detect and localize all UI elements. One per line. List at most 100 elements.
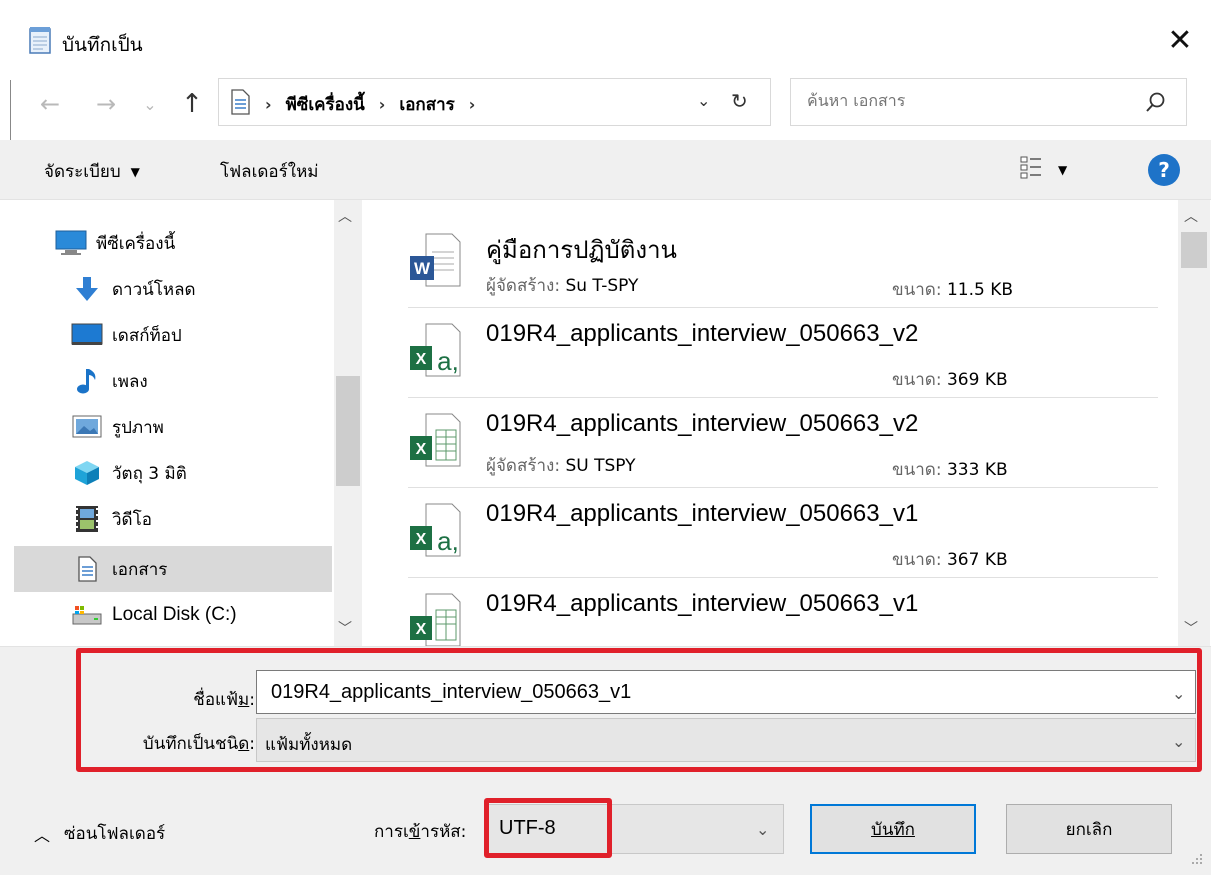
back-button[interactable]: ← [32, 86, 68, 122]
search-box[interactable] [790, 78, 1187, 126]
nav-item-label: เพลง [112, 371, 148, 392]
label-text: การเ [374, 822, 409, 842]
nav-scrollbar-thumb[interactable] [336, 376, 360, 486]
file-list-scrollbar-thumb[interactable] [1181, 232, 1207, 268]
file-name: คู่มือการปฏิบัติงาน [486, 236, 677, 264]
highlight-box [484, 798, 612, 858]
size-label: ขนาด: [892, 550, 942, 570]
help-button[interactable]: ? [1148, 154, 1180, 186]
size-value: 367 KB [946, 550, 1008, 570]
file-size: ขนาด: 333 KB [892, 456, 1008, 483]
svg-text:X: X [416, 441, 427, 458]
file-name: 019R4_applicants_interview_050663_v2 [486, 320, 919, 347]
download-icon [70, 274, 104, 304]
author-label: ผู้จัดสร้าง: [486, 456, 561, 476]
cancel-button[interactable]: ยกเลิก [1006, 804, 1172, 854]
author-value: SU TSPY [565, 456, 636, 476]
chevron-right-icon[interactable]: › [379, 95, 386, 114]
svg-text:W: W [414, 259, 431, 278]
chevron-up-icon[interactable]: ︿ [338, 206, 352, 226]
refresh-icon[interactable]: ↻ [731, 89, 748, 113]
label-accesskey: ข้ [408, 822, 421, 842]
file-author: ผู้จัดสร้าง: Su T-SPY [486, 272, 638, 299]
save-button[interactable]: บันทึก [810, 804, 976, 854]
chevron-down-icon[interactable]: ﹀ [1184, 618, 1198, 638]
nav-item-downloads[interactable]: ดาวน์โหลด [14, 266, 332, 312]
nav-item-documents[interactable]: เอกสาร [14, 546, 332, 592]
nav-item-label: ดาวน์โหลด [112, 279, 196, 300]
file-item[interactable]: X 019R4_applicants_interview_050663_v2 ผ… [408, 398, 1158, 488]
breadcrumb: › พีซีเครื่องนี้ › เอกสาร › [265, 91, 475, 118]
new-folder-button[interactable]: โฟลเดอร์ใหม่ [220, 158, 319, 185]
nav-item-music[interactable]: เพลง [14, 358, 332, 404]
file-item[interactable]: X 019R4_applicants_interview_050663_v1 [408, 578, 1158, 646]
hide-folders-button[interactable]: ︿ ซ่อนโฟลเดอร์ [34, 820, 165, 847]
nav-item-videos[interactable]: วิดีโอ [14, 496, 332, 542]
file-size: ขนาด: 367 KB [892, 546, 1008, 573]
arrow-left-icon: ← [39, 90, 61, 118]
arrow-up-icon: ↑ [181, 89, 203, 119]
organize-button[interactable]: จัดระเบียบ ▼ [44, 158, 140, 185]
caret-down-icon: ▼ [1058, 163, 1068, 177]
excel-workbook-icon: X [408, 590, 464, 646]
svg-text:X: X [416, 621, 427, 638]
address-dropdown-icon[interactable]: ⌄ [697, 91, 710, 110]
nav-item-pictures[interactable]: รูปภาพ [14, 404, 332, 450]
size-label: ขนาด: [892, 280, 942, 300]
close-button[interactable]: ✕ [1150, 14, 1210, 66]
file-item[interactable]: a, X 019R4_applicants_interview_050663_v1… [408, 488, 1158, 578]
file-item[interactable]: a, X 019R4_applicants_interview_050663_v2… [408, 308, 1158, 398]
breadcrumb-this-pc[interactable]: พีซีเครื่องนี้ [286, 91, 365, 118]
encoding-label: การเข้ารหัส: [374, 818, 466, 845]
excel-csv-icon: a, X [408, 320, 464, 382]
svg-text:a,: a, [437, 346, 459, 376]
size-label: ขนาด: [892, 460, 942, 480]
caret-down-icon: ▼ [130, 164, 140, 179]
label-colon: ารหัส: [420, 822, 467, 842]
chevron-down-icon[interactable]: ⌄ [756, 820, 769, 839]
nav-item-label: Local Disk (C:) [112, 604, 237, 625]
3d-objects-icon [70, 458, 104, 488]
chevron-down-icon: ⌄ [143, 94, 157, 114]
chevron-up-icon: ︿ [34, 825, 51, 845]
file-item[interactable]: W คู่มือการปฏิบัติงาน ผู้จัดสร้าง: Su T-… [408, 218, 1158, 308]
up-button[interactable]: ↑ [172, 86, 212, 122]
chevron-right-icon[interactable]: › [265, 95, 272, 114]
chevron-up-icon[interactable]: ︿ [1184, 206, 1198, 226]
title-bar: บันทึกเป็น ✕ [0, 0, 1211, 80]
recent-locations-button[interactable]: ⌄ [138, 90, 162, 118]
file-list: W คู่มือการปฏิบัติงาน ผู้จัดสร้าง: Su T-… [370, 200, 1178, 646]
size-label: ขนาด: [892, 370, 942, 390]
arrow-right-icon: → [95, 90, 117, 118]
disk-icon [70, 600, 104, 630]
resize-grip-icon[interactable] [1184, 850, 1206, 872]
change-view-button[interactable]: ▼ [1020, 154, 1100, 186]
forward-button[interactable]: → [88, 86, 124, 122]
file-size: ขนาด: 11.5 KB [892, 276, 1013, 303]
chevron-down-icon[interactable]: ﹀ [338, 618, 352, 638]
search-input[interactable] [807, 91, 1137, 110]
chevron-right-icon[interactable]: › [469, 95, 476, 114]
nav-item-desktop[interactable]: เดสก์ท็อป [14, 312, 332, 358]
nav-item-this-pc[interactable]: พีซีเครื่องนี้ [14, 220, 332, 266]
address-bar[interactable]: › พีซีเครื่องนี้ › เอกสาร › ⌄ ↻ [218, 78, 771, 126]
file-size: ขนาด: 369 KB [892, 366, 1008, 393]
size-value: 369 KB [946, 370, 1008, 390]
word-document-icon: W [408, 230, 464, 292]
svg-text:X: X [416, 351, 427, 368]
command-bar: จัดระเบียบ ▼ โฟลเดอร์ใหม่ ▼ ? [0, 140, 1211, 200]
svg-text:a,: a, [437, 526, 459, 556]
nav-item-label: พีซีเครื่องนี้ [96, 233, 176, 254]
svg-text:X: X [416, 531, 427, 548]
breadcrumb-documents[interactable]: เอกสาร [399, 91, 454, 118]
nav-item-label: เอกสาร [112, 559, 168, 580]
computer-icon [54, 228, 88, 258]
save-label: บันทึก [871, 819, 915, 840]
search-icon[interactable] [1143, 89, 1169, 115]
organize-label: จัดระเบียบ [44, 162, 121, 182]
nav-item-3d-objects[interactable]: วัตถุ 3 มิติ [14, 450, 332, 496]
nav-item-local-disk[interactable]: Local Disk (C:) [14, 592, 332, 638]
nav-item-label: เดสก์ท็อป [112, 325, 182, 346]
excel-workbook-icon: X [408, 410, 464, 472]
music-icon [70, 366, 104, 396]
